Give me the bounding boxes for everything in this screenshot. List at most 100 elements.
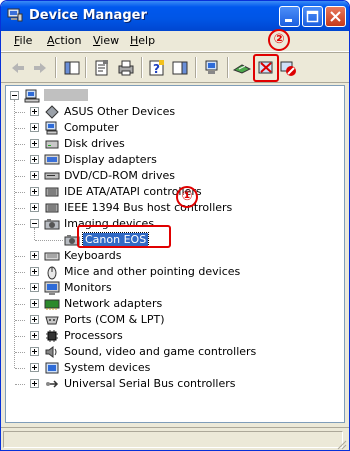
collapse-root-icon[interactable] [10,91,19,100]
mouse-icon [47,266,57,280]
tree-item-label: Computer [64,121,119,134]
status-pane [3,431,343,448]
tree-category-row[interactable]: Display adapters [6,152,336,168]
tree-item-label: Monitors [64,281,112,294]
tree-item-label: Keyboards [64,249,122,262]
tree-category-row[interactable]: Disk drives [6,136,336,152]
expand-icon[interactable] [30,123,39,132]
expand-icon[interactable] [30,283,39,292]
camera-icon [44,219,60,230]
expand-icon[interactable] [30,363,39,372]
tree-item-label: Network adapters [64,297,163,310]
tree-category-row[interactable]: Imaging devices [6,216,336,232]
menu-help[interactable]: Help [130,34,155,47]
device-manager-icon [7,8,23,22]
expand-icon[interactable] [30,315,39,324]
back-icon[interactable] [9,59,27,77]
collapse-icon[interactable] [30,219,39,228]
tree-item-label: DVD/CD-ROM drives [64,169,175,182]
expand-icon[interactable] [30,203,39,212]
tree-item-label: Universal Serial Bus controllers [64,377,236,390]
cdrom-icon [44,172,60,180]
tree-item-label: Mice and other pointing devices [64,265,241,278]
port-icon [45,316,59,325]
sound-icon [45,346,57,358]
tree-category-row[interactable]: Universal Serial Bus controllers [6,376,336,392]
expand-icon[interactable] [30,155,39,164]
close-icon [330,11,341,22]
expand-icon[interactable] [30,347,39,356]
tree-category-row[interactable]: Network adapters [6,296,336,312]
scan-hardware-changes-icon[interactable] [203,59,221,77]
print-icon[interactable] [117,59,135,77]
maximize-button[interactable] [302,6,323,27]
tree-category-row[interactable]: Keyboards [6,248,336,264]
tree-item-label: Ports (COM & LPT) [64,313,165,326]
system-icon [45,362,59,374]
title-bar[interactable]: Device Manager [1,1,349,31]
tree-item-label: ASUS Other Devices [64,105,176,118]
tree-item-label: System devices [64,361,151,374]
resize-grip-icon[interactable] [335,438,347,450]
network-icon [44,299,60,310]
status-bar [1,427,349,450]
expand-icon[interactable] [30,171,39,180]
expand-icon[interactable] [30,379,39,388]
computer-icon [24,89,40,103]
minimize-button[interactable] [279,6,300,27]
tree-category-row[interactable]: IEEE 1394 Bus host controllers [6,200,336,216]
tree-category-row[interactable]: Ports (COM & LPT) [6,312,336,328]
tree-category-row[interactable]: Computer [6,120,336,136]
expand-icon[interactable] [30,107,39,116]
menu-view[interactable]: View [93,34,119,47]
display-icon [44,154,60,165]
expand-icon[interactable] [30,139,39,148]
ieee1394-icon [45,203,59,213]
disable-device-icon[interactable] [279,59,297,77]
tree-child-row[interactable]: Canon EOS [6,228,336,248]
menu-action[interactable]: Action [47,34,81,47]
device-tree: ASUS Other Devices Computer Disk drives Dis… [5,85,345,423]
tree-category-row[interactable]: IDE ATA/ATAPI controllers [6,184,336,200]
update-driver-icon[interactable] [233,59,251,77]
tree-category-row[interactable]: DVD/CD-ROM drives [6,168,336,184]
expand-icon[interactable] [30,187,39,196]
callout-number-2: ② [268,29,290,51]
svg-text:?: ? [153,62,160,76]
expand-icon[interactable] [30,331,39,340]
expand-icon[interactable] [30,251,39,260]
minimize-icon [285,19,292,22]
tree-category-row[interactable]: Monitors [6,280,336,296]
tree-root-row[interactable] [6,88,336,104]
disk-icon [45,140,59,149]
callout-box-uninstall [253,54,279,82]
tree-category-row[interactable]: Processors [6,328,336,344]
tree-category-row[interactable]: System devices [6,360,336,376]
forward-icon[interactable] [31,59,49,77]
tree-category-row[interactable]: ASUS Other Devices [6,104,336,120]
window-title: Device Manager [29,8,147,23]
maximize-icon [306,10,319,23]
callout-box-canon [77,225,171,248]
device-icon [45,105,59,119]
tree-category-row[interactable]: Mice and other pointing devices [6,264,336,280]
keyboard-icon [44,252,60,261]
show-hide-console-tree-icon[interactable] [63,59,81,77]
expand-icon[interactable] [30,267,39,276]
help-icon[interactable]: ? [148,59,166,77]
show-hide-action-pane-icon[interactable] [171,59,189,77]
menu-bar: File Action View Help [1,31,349,52]
tree-item-label: IEEE 1394 Bus host controllers [64,201,233,214]
processor-icon [46,330,58,342]
expand-icon[interactable] [30,299,39,308]
menu-file[interactable]: File [14,34,32,47]
tree-item-label: Processors [64,329,123,342]
tree-item-label: Sound, video and game controllers [64,345,257,358]
toolbar: ? [1,52,349,83]
callout-number-1: ① [176,186,198,208]
tree-category-row[interactable]: Sound, video and game controllers [6,344,336,360]
usb-icon [46,380,59,388]
computer-icon [45,121,58,135]
properties-icon[interactable] [93,59,111,77]
close-button[interactable] [325,6,346,27]
